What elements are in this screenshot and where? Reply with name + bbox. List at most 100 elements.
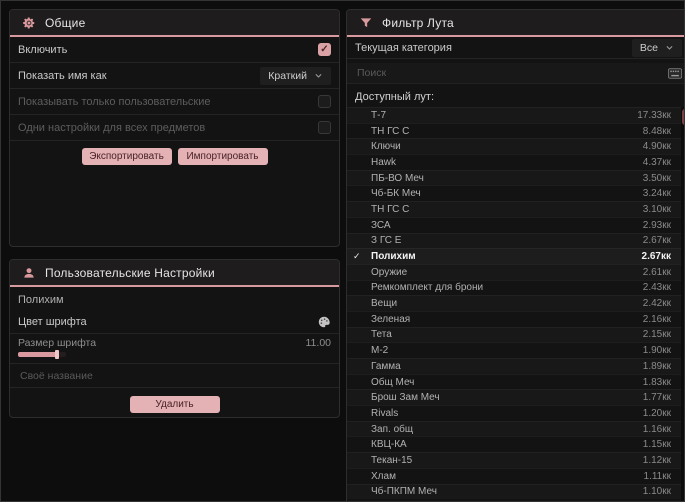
loot-item-name: Ключи [371,141,401,153]
delete-row: Удалить [10,396,339,413]
window-general: Общие Включить ✓ Показать имя как Кратки… [9,9,340,247]
custom-name-input[interactable] [18,368,331,383]
loot-item-row[interactable]: Вещи 2.42кк [347,295,681,311]
loot-item-value: 2.67кк [642,235,671,247]
loot-item-name: Зап. общ [371,423,414,435]
scrollbar-track[interactable] [681,107,684,501]
loot-item-row[interactable]: Тета 2.15кк [347,326,681,343]
funnel-icon [360,17,372,27]
loot-item-value: 2.61кк [642,266,671,278]
loot-item-value: 2.67кк [641,251,671,263]
loot-item-row[interactable]: М-2 1.90кк [347,342,681,358]
enable-label: Включить [18,43,68,56]
palette-icon[interactable] [317,315,331,329]
loot-item-value: 1.12кк [642,454,671,466]
font-color-row: Цвет шрифта [10,310,339,334]
enable-checkbox[interactable]: ✓ [318,43,331,56]
loot-rows: Т-7 17.33кк ТН ГС С 8.48кк Ключи 4.90кк [347,107,681,499]
font-size-block: Размер шрифта 11.00 [10,334,339,364]
loot-item-name: Чб-ПКПМ Меч [371,486,437,498]
only-custom-checkbox[interactable] [318,95,331,108]
loot-item-value: 2.42кк [642,298,671,310]
export-import-row: Экспортировать Импортировать [10,148,339,165]
loot-item-row[interactable]: Брош Зам Меч 1.77кк [347,389,681,405]
loot-item-row[interactable]: ТН ГС С 3.10кк [347,201,681,217]
loot-item-value: 2.93кк [642,219,671,231]
search-input[interactable] [355,66,668,80]
loot-item-name: КВЦ-КА [371,439,407,451]
loot-item-row[interactable]: Hawk 4.37кк [347,154,681,170]
window-custom-titlebar[interactable]: Пользовательские Настройки [10,260,339,285]
name-mode-value: Краткий [268,69,307,82]
loot-item-row[interactable]: Гамма 1.89кк [347,358,681,374]
window-custom-settings: Пользовательские Настройки Полихим Цвет … [9,259,340,418]
window-general-title: Общие [45,15,86,30]
slider-handle[interactable] [55,350,59,359]
loot-item-name: Текан-15 [371,454,413,466]
import-button[interactable]: Импортировать [177,148,268,165]
custom-name-row [10,364,339,388]
loot-item-name: З ГС Е [371,235,402,247]
loot-item-name: Т-7 [371,109,386,121]
loot-item-row[interactable]: ПБ-ВО Меч 3.50кк [347,169,681,186]
loot-item-row[interactable]: Оружие 2.61кк [347,263,681,280]
loot-item-value: 2.15кк [642,329,671,341]
loot-item-row[interactable]: ТН ГС С 8.48кк [347,122,681,139]
loot-item-row[interactable]: Текан-15 1.12кк [347,452,681,468]
window-filter-title: Фильтр Лута [382,15,454,30]
loot-item-name: ТН ГС С [371,203,410,215]
loot-item-value: 1.83кк [642,376,671,388]
loot-item-value: 8.48кк [642,125,671,137]
app-screen: Общие Включить ✓ Показать имя как Кратки… [0,0,685,502]
window-loot-filter: Фильтр Лута Текущая категория Все Доступ… [346,9,684,501]
loot-item-row[interactable]: КВЦ-КА 1.15кк [347,436,681,452]
loot-item-row[interactable]: Rivals 1.20кк [347,405,681,421]
loot-item-value: 1.20кк [642,407,671,419]
loot-item-value: 1.11кк [643,470,671,482]
loot-item-name: Брош Зам Меч [371,392,440,404]
keyboard-icon[interactable] [667,67,682,79]
name-mode-combo[interactable]: Краткий [260,66,331,85]
loot-item-row[interactable]: Ремкомплект для брони 2.43кк [347,279,681,296]
loot-item-value: 1.16кк [642,423,671,435]
setting-row-same-settings: Одни настройки для всех предметов [10,115,339,141]
same-settings-checkbox[interactable] [318,121,331,134]
loot-list: Т-7 17.33кк ТН ГС С 8.48кк Ключи 4.90кк [347,107,684,501]
loot-item-row[interactable]: ✓ Полихим 2.67кк [347,248,681,264]
chevron-down-icon [315,73,322,78]
loot-item-value: 4.90кк [642,141,671,153]
loot-item-row[interactable]: Чб-БК Меч 3.24кк [347,185,681,201]
loot-item-row[interactable]: З ГС Е 2.67кк [347,232,681,249]
delete-button[interactable]: Удалить [129,396,220,413]
loot-item-value: 4.37кк [642,156,671,168]
loot-item-row[interactable]: Т-7 17.33кк [347,107,681,123]
loot-item-value: 1.77кк [642,392,671,404]
export-button[interactable]: Экспортировать [81,148,172,165]
loot-list-label: Доступный лут: [355,91,435,103]
loot-item-row[interactable]: Ключи 4.90кк [347,138,681,154]
setting-row-only-custom: Показывать только пользовательские [10,89,339,115]
loot-item-row[interactable]: ЗСА 2.93кк [347,216,681,233]
font-size-value: 11.00 [305,337,332,349]
loot-item-name: Оружие [371,266,408,278]
name-mode-label: Показать имя как [18,69,107,82]
loot-item-name: ЗСА [371,219,391,231]
loot-item-name: ПБ-ВО Меч [371,172,424,184]
category-row: Текущая категория Все [347,37,684,59]
window-general-titlebar[interactable]: Общие [10,10,339,35]
loot-item-name: Хлам [371,470,396,482]
loot-item-row[interactable]: Чб-ПКПМ Меч 1.10кк [347,483,681,500]
loot-item-value: 2.43кк [642,282,671,294]
loot-item-value: 1.10кк [642,486,671,498]
category-combo[interactable]: Все [631,38,682,57]
only-custom-label: Показывать только пользовательские [18,95,211,108]
category-label: Текущая категория [355,41,452,54]
window-filter-titlebar[interactable]: Фильтр Лута [347,10,684,35]
loot-item-name: Чб-БК Меч [371,188,421,200]
font-size-slider[interactable] [18,350,66,359]
loot-item-row[interactable]: Общ Меч 1.83кк [347,373,681,390]
loot-item-row[interactable]: Хлам 1.11кк [347,467,681,484]
loot-item-name: Вещи [371,298,398,310]
loot-item-row[interactable]: Зеленая 2.16кк [347,310,681,327]
loot-item-row[interactable]: Зап. общ 1.16кк [347,420,681,437]
